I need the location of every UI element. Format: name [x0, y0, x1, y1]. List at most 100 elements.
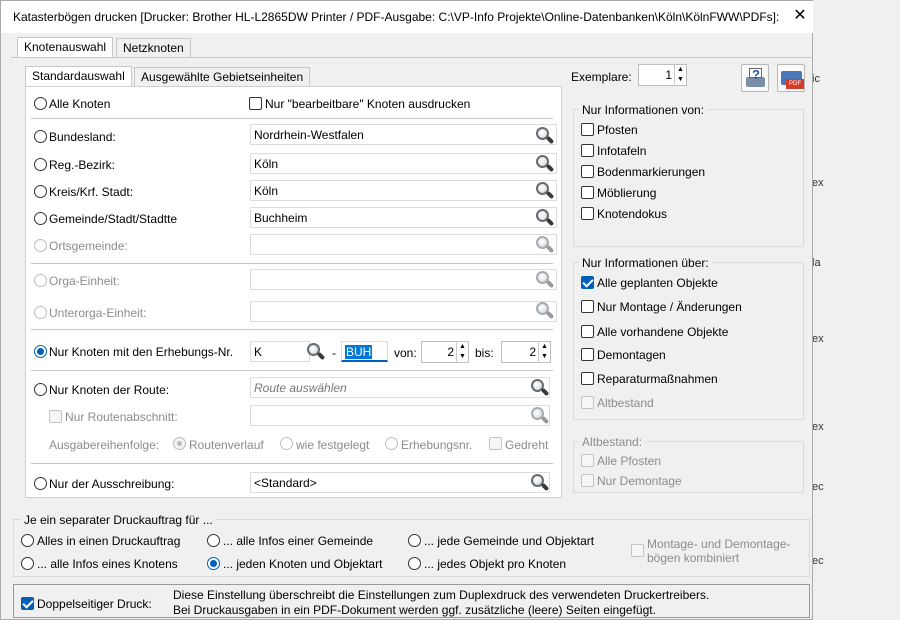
checkbox-reparatur[interactable] [581, 372, 594, 385]
tab-knotenauswahl[interactable]: Knotenauswahl [17, 37, 114, 57]
radio-infos-knoten[interactable] [21, 557, 34, 570]
checkbox-infotafeln[interactable] [581, 144, 594, 157]
spin-down-icon[interactable]: ▼ [456, 352, 468, 362]
von-stepper[interactable]: 2 ▲ ▼ [421, 341, 469, 363]
alle-vorhandene-label: Alle vorhandene Objekte [597, 325, 729, 339]
checkbox-nur-demontage[interactable] [581, 474, 594, 487]
checkbox-altbestand[interactable] [581, 396, 594, 409]
spin-down-icon[interactable]: ▼ [538, 352, 550, 362]
unterorga-label: Unterorga-Einheit: [49, 306, 147, 320]
checkbox-demontagen[interactable] [581, 348, 594, 361]
spin-up-icon[interactable]: ▲ [538, 342, 550, 352]
regbezirk-label: Reg.-Bezirk: [49, 158, 116, 172]
checkbox-nur-bearbeitbare[interactable] [249, 97, 262, 110]
radio-objekt-knoten[interactable] [408, 557, 421, 570]
ortsgemeinde-label: Ortsgemeinde: [49, 239, 128, 253]
tab-gebietseinheiten[interactable]: Ausgewählte Gebietseinheiten [134, 67, 311, 87]
search-icon[interactable] [305, 342, 326, 362]
objekt-knoten-label: ... jedes Objekt pro Knoten [424, 557, 567, 571]
radio-wie-festgelegt[interactable] [280, 437, 293, 450]
gemeinde-field[interactable]: Buchheim [250, 207, 557, 228]
radio-erhebungsnr[interactable] [385, 437, 398, 450]
radio-routenverlauf[interactable] [173, 437, 186, 450]
checkbox-bodenmarkierungen[interactable] [581, 165, 594, 178]
checkbox-alle-vorhandene[interactable] [581, 325, 594, 338]
bis-value: 2 [529, 345, 536, 359]
checkbox-kombiniert[interactable] [631, 544, 644, 557]
alles-einen-label: Alles in einen Druckauftrag [37, 534, 181, 548]
ortsgemeinde-field[interactable] [250, 234, 557, 255]
radio-ortsgemeinde[interactable] [34, 239, 47, 252]
bundesland-field[interactable]: Nordrhein-Westfalen [250, 124, 557, 145]
tab-netzknoten[interactable]: Netzknoten [116, 38, 191, 58]
separator [31, 463, 553, 464]
erhebungs-code-field[interactable]: BUH [341, 341, 388, 362]
duplex-info-1: Diese Einstellung überschreibt die Einst… [173, 588, 710, 602]
search-icon[interactable] [534, 270, 555, 290]
search-icon[interactable] [534, 181, 555, 201]
bis-stepper[interactable]: 2 ▲ ▼ [501, 341, 551, 363]
radio-kreis[interactable] [34, 185, 47, 198]
print-help-icon[interactable]: ? [741, 64, 769, 92]
search-icon[interactable] [534, 235, 555, 255]
search-icon[interactable] [534, 301, 555, 321]
checkbox-moeblierung[interactable] [581, 186, 594, 199]
search-icon[interactable] [534, 154, 555, 174]
radio-unterorga[interactable] [34, 306, 47, 319]
title-bar: Katasterbögen drucken [Drucker: Brother … [1, 1, 813, 33]
radio-gemeinde[interactable] [34, 212, 47, 225]
checkbox-duplex[interactable] [21, 597, 34, 610]
radio-regbezirk[interactable] [34, 158, 47, 171]
pdf-icon[interactable]: PDF [777, 64, 805, 92]
radio-ausschreibung[interactable] [34, 477, 47, 490]
route-select[interactable]: Route auswählen [250, 377, 550, 398]
checkbox-nur-montage[interactable] [581, 300, 594, 313]
spin-up-icon[interactable]: ▲ [674, 65, 686, 75]
routenverlauf-label: Routenverlauf [189, 438, 264, 452]
infos-knoten-label: ... alle Infos eines Knotens [37, 557, 178, 571]
radio-bundesland[interactable] [34, 130, 47, 143]
demontagen-label: Demontagen [597, 348, 666, 362]
radio-erhebungs-nr[interactable] [34, 345, 47, 358]
close-icon[interactable]: ✕ [787, 3, 813, 29]
pfosten-label: Pfosten [597, 123, 638, 137]
search-icon[interactable] [534, 208, 555, 228]
kreis-label: Kreis/Krf. Stadt: [49, 185, 134, 199]
radio-route[interactable] [34, 383, 47, 396]
checkbox-alle-pfosten[interactable] [581, 454, 594, 467]
orga-field[interactable] [250, 269, 557, 290]
knoten-objektart-label: ... jeden Knoten und Objektart [223, 557, 383, 571]
search-icon[interactable] [529, 378, 550, 398]
spin-down-icon[interactable]: ▼ [674, 75, 686, 85]
exemplare-stepper[interactable]: 1 ▲ ▼ [638, 64, 687, 86]
radio-gemeinde-objektart[interactable] [408, 534, 421, 547]
checkbox-routenabschnitt[interactable] [49, 410, 62, 423]
radio-orga[interactable] [34, 274, 47, 287]
erhebungs-prefix-field[interactable]: K [250, 341, 310, 362]
routenabschnitt-label: Nur Routenabschnitt: [65, 410, 178, 424]
ausschreibung-select[interactable]: <Standard> [250, 472, 550, 493]
checkbox-pfosten[interactable] [581, 123, 594, 136]
spin-up-icon[interactable]: ▲ [456, 342, 468, 352]
route-label: Nur Knoten der Route: [49, 383, 170, 397]
kreis-field[interactable]: Köln [250, 180, 557, 201]
routenabschnitt-field[interactable] [250, 405, 550, 426]
radio-infos-gemeinde[interactable] [207, 534, 220, 547]
checkbox-knotendokus[interactable] [581, 207, 594, 220]
regbezirk-field[interactable]: Köln [250, 153, 557, 174]
duplex-label: Doppelseitiger Druck: [37, 597, 152, 611]
search-icon[interactable] [534, 126, 555, 146]
orga-label: Orga-Einheit: [49, 274, 120, 288]
checkbox-gedreht[interactable] [489, 437, 502, 450]
radio-alle-knoten[interactable] [34, 97, 47, 110]
tab-divider [11, 57, 811, 58]
tab-standardauswahl[interactable]: Standardauswahl [25, 66, 132, 86]
radio-knoten-objektart[interactable] [207, 557, 220, 570]
search-icon[interactable] [529, 406, 550, 426]
checkbox-alle-geplanten[interactable] [581, 276, 594, 289]
unterorga-field[interactable] [250, 301, 557, 322]
search-icon[interactable] [529, 473, 550, 493]
nur-montage-label: Nur Montage / Änderungen [597, 300, 742, 314]
radio-alles-einen[interactable] [21, 534, 34, 547]
knotendokus-label: Knotendokus [597, 207, 668, 221]
